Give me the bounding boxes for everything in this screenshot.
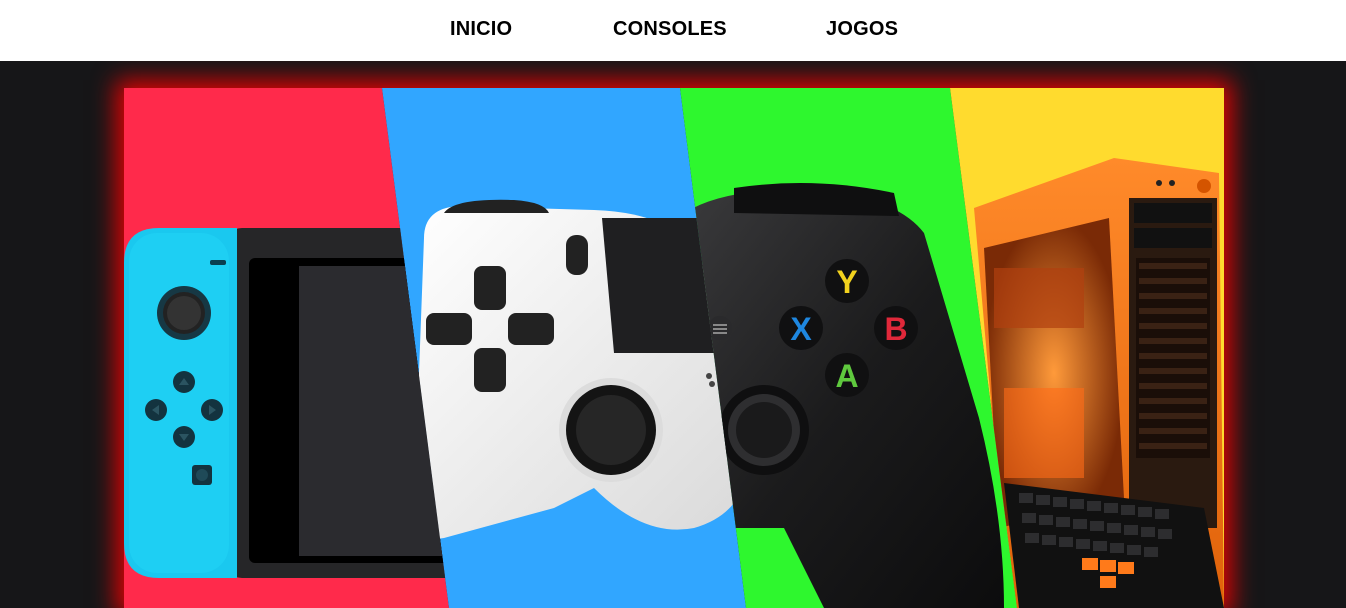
xbox-b-button: B bbox=[884, 311, 907, 347]
hero-banner: Y X B A bbox=[124, 88, 1224, 608]
gaming-pc-illustration bbox=[974, 158, 1224, 608]
nav-link-inicio[interactable]: INICIO bbox=[450, 18, 512, 40]
xbox-a-button: A bbox=[835, 358, 858, 394]
hero-banner-image: Y X B A bbox=[124, 88, 1224, 608]
top-nav: INICIO CONSOLES JOGOS bbox=[0, 0, 1346, 61]
xbox-y-button: Y bbox=[836, 264, 857, 300]
main-content: Y X B A bbox=[0, 61, 1346, 608]
xbox-x-button: X bbox=[790, 311, 812, 347]
nav-link-jogos[interactable]: JOGOS bbox=[826, 18, 898, 40]
nav-link-consoles[interactable]: CONSOLES bbox=[613, 18, 727, 40]
white-gamepad-illustration bbox=[414, 199, 746, 539]
